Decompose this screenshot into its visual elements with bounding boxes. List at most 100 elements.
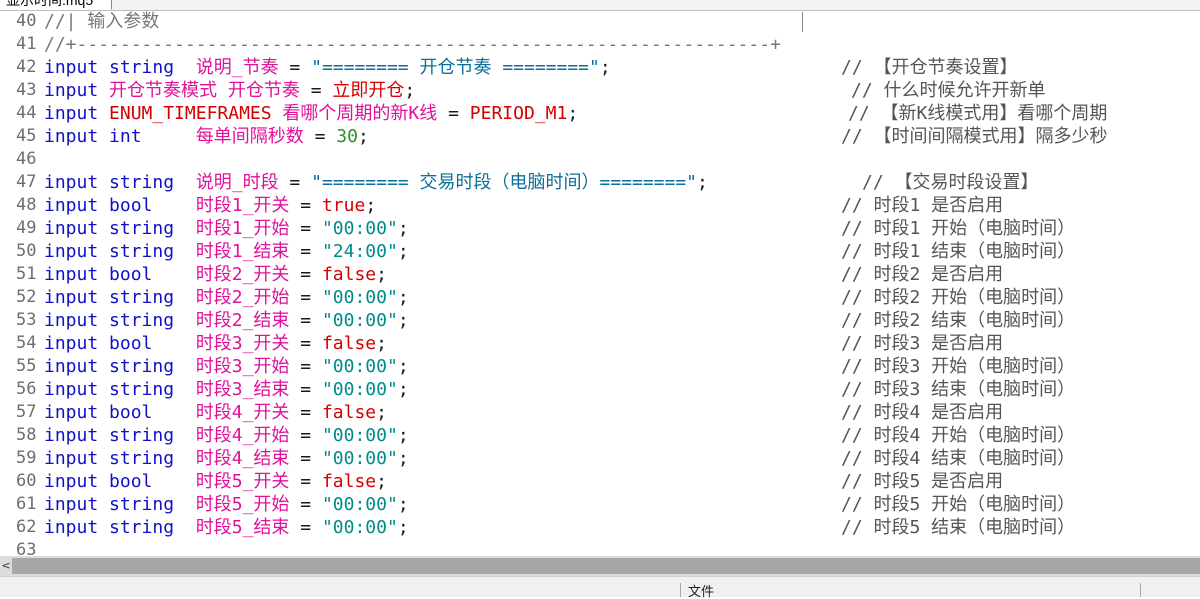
code-line[interactable]: 41 //+-----------------------------------… — [0, 33, 1200, 56]
code-token: "00:00" — [321, 287, 398, 308]
code-token: 每单间隔秒数 — [195, 126, 304, 147]
code-comment: // 时段5 结束（电脑时间） — [841, 517, 1076, 538]
status-file-label: 文件 — [688, 584, 715, 599]
code-token: "00:00" — [321, 494, 398, 515]
code-line[interactable]: 54 input bool 时段3_开关 = false; // 时段3 是否启用 — [0, 332, 1200, 355]
code-text: input string 时段2_开始 = "00:00"; — [44, 286, 409, 309]
line-number: 56 — [16, 379, 37, 399]
line-number: 42 — [16, 57, 37, 77]
code-token: ENUM_TIMEFRAMES — [109, 103, 272, 124]
code-token: input — [44, 80, 99, 101]
code-token: ; — [397, 379, 409, 400]
scrollbar-thumb[interactable] — [12, 558, 1200, 574]
code-token: = — [437, 103, 470, 124]
code-token: input — [44, 494, 99, 515]
code-line[interactable]: 53 input string 时段2_结束 = "00:00"; // 时段2 结… — [0, 309, 1200, 332]
code-line[interactable]: 48 input bool 时段1_开关 = true; // 时段1 是否启用 — [0, 194, 1200, 217]
code-line[interactable]: 49 input string 时段1_开始 = "00:00"; // 时段1 开… — [0, 217, 1200, 240]
code-line[interactable]: 42 input string 说明_节奏 = "======== 开仓节奏 ==… — [0, 56, 1200, 79]
code-token: bool — [109, 333, 153, 354]
code-line[interactable]: 63 — [0, 539, 1200, 556]
code-token: ; — [397, 448, 409, 469]
code-token: 时段3_开始 — [195, 356, 290, 377]
code-line[interactable]: 57 input bool 时段4_开关 = false; // 时段4 是否启用 — [0, 401, 1200, 424]
code-line[interactable]: 40 //| 输入参数 — [0, 10, 1200, 33]
code-token: = — [278, 172, 312, 193]
code-token: "00:00" — [321, 310, 398, 331]
code-comment: // 时段5 开始（电脑时间） — [841, 494, 1076, 515]
code-token: input — [44, 402, 99, 423]
code-line[interactable]: 59 input string 时段4_结束 = "00:00"; // 时段4 结… — [0, 447, 1200, 470]
line-number: 54 — [16, 333, 37, 353]
code-comment: // 时段1 是否启用 — [841, 195, 1004, 216]
code-token: input — [44, 264, 99, 285]
code-token: "00:00" — [321, 425, 398, 446]
code-token: 时段3_结束 — [195, 379, 290, 400]
code-text: input bool 时段5_开关 = false; — [44, 470, 387, 493]
code-token: input — [44, 287, 99, 308]
code-token: = — [289, 517, 322, 538]
code-token: "00:00" — [321, 379, 398, 400]
code-line[interactable]: 52 input string 时段2_开始 = "00:00"; // 时段2 开… — [0, 286, 1200, 309]
code-line[interactable]: 50 input string 时段1_结束 = "24:00"; // 时段1 结… — [0, 240, 1200, 263]
code-token: ; — [397, 356, 409, 377]
code-line[interactable]: 51 input bool 时段2_开关 = false; // 时段2 是否启用 — [0, 263, 1200, 286]
code-line[interactable]: 58 input string 时段4_开始 = "00:00"; // 时段4 开… — [0, 424, 1200, 447]
line-number: 43 — [16, 80, 37, 100]
scroll-left-arrow-icon[interactable]: < — [0, 558, 12, 574]
code-token: 时段3_开关 — [195, 333, 290, 354]
code-token: 时段2_开始 — [195, 287, 290, 308]
code-token: input — [44, 448, 99, 469]
code-token: ; — [567, 103, 579, 124]
code-text: //| 输入参数 — [44, 10, 159, 33]
line-number: 63 — [16, 540, 37, 556]
code-token: ; — [376, 264, 387, 285]
code-token: 输入参数 — [76, 11, 160, 32]
horizontal-scrollbar[interactable]: < — [0, 556, 1200, 576]
code-line[interactable]: 43 input 开仓节奏模式 开仓节奏 = 立即开仓; // 什么时候允许开新单 — [0, 79, 1200, 102]
code-token: ; — [599, 57, 611, 78]
code-token: = — [289, 195, 322, 216]
code-token: = — [289, 241, 322, 262]
code-token: input — [44, 241, 99, 262]
code-token: 看哪个周期的新K线 — [282, 103, 438, 124]
code-token: ; — [404, 80, 416, 101]
code-token: ; — [376, 471, 387, 492]
code-line[interactable]: 47 input string 说明_时段 = "======== 交易时段（电脑… — [0, 171, 1200, 194]
code-line[interactable]: 44 input ENUM_TIMEFRAMES 看哪个周期的新K线 = PERI… — [0, 102, 1200, 125]
code-line[interactable]: 45 input int 每单间隔秒数 = 30; // 【时间间隔模式用】隔多少秒 — [0, 125, 1200, 148]
code-token: 说明_时段 — [195, 172, 279, 193]
code-comment: // 什么时候允许开新单 — [851, 80, 1046, 101]
code-token: input — [44, 218, 99, 239]
code-token: string — [109, 356, 175, 377]
tab-file[interactable]: 显示时间.mq5 — [0, 0, 113, 10]
code-text: input string 时段2_结束 = "00:00"; — [44, 309, 409, 332]
code-line[interactable]: 46 — [0, 148, 1200, 171]
code-comment: // 时段2 结束（电脑时间） — [841, 310, 1076, 331]
code-token: 时段4_结束 — [195, 448, 290, 469]
line-number: 53 — [16, 310, 37, 330]
code-line[interactable]: 56 input string 时段3_结束 = "00:00"; // 时段3 结… — [0, 378, 1200, 401]
code-editor[interactable]: 40 //| 输入参数 41 //+-------------------------… — [0, 10, 1200, 556]
code-line[interactable]: 60 input bool 时段5_开关 = false; // 时段5 是否启用 — [0, 470, 1200, 493]
code-comment: // 时段4 结束（电脑时间） — [841, 448, 1076, 469]
code-line[interactable]: 62 input string 时段5_结束 = "00:00"; // 时段5 结… — [0, 516, 1200, 539]
code-text: input 开仓节奏模式 开仓节奏 = 立即开仓; — [44, 79, 415, 102]
code-token: = — [289, 494, 322, 515]
line-number: 40 — [16, 11, 37, 31]
code-line[interactable]: 61 input string 时段5_开始 = "00:00"; // 时段5 开… — [0, 493, 1200, 516]
code-line[interactable]: 55 input string 时段3_开始 = "00:00"; // 时段3 开… — [0, 355, 1200, 378]
code-token: string — [109, 517, 175, 538]
code-text: input string 时段5_开始 = "00:00"; — [44, 493, 409, 516]
